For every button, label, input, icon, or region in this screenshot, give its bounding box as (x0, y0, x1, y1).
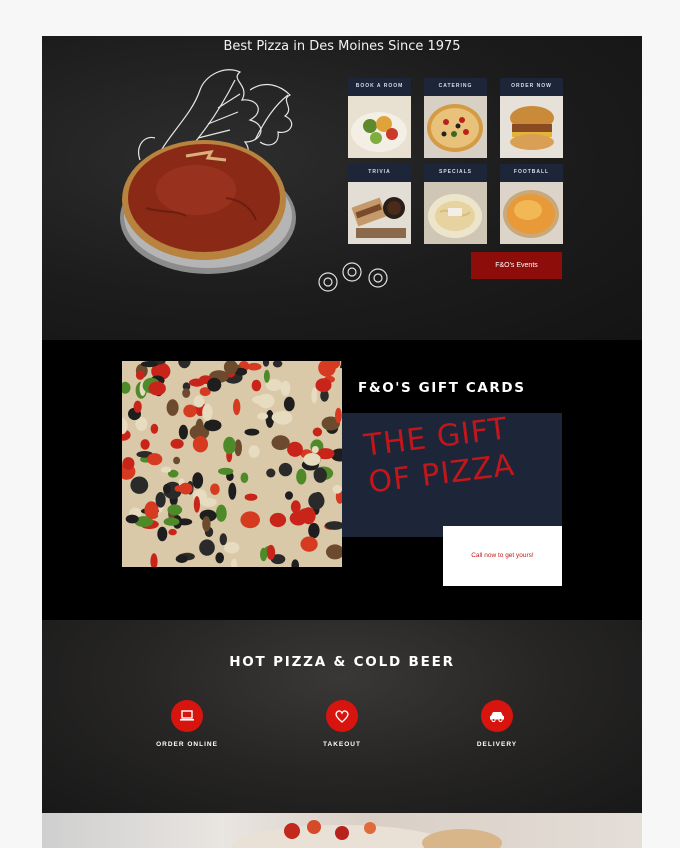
deep-dish-pizza-image (120, 140, 296, 274)
tile-label: Football (513, 169, 550, 175)
services-section: HOT PIZZA & COLD BEER ORDER ONLINE TAKEO… (42, 620, 642, 813)
events-button[interactable]: F&O's Events (471, 252, 562, 279)
gift-card-title: F&O'S GIFT CARDS (358, 380, 526, 396)
laptop-icon (171, 700, 203, 732)
feature-label: DELIVERY (476, 741, 518, 748)
delivery-button[interactable]: DELIVERY (442, 700, 552, 748)
sandwich-sauce-photo (348, 182, 411, 244)
services-title: HOT PIZZA & COLD BEER (229, 654, 455, 670)
car-icon (481, 700, 513, 732)
pizza-photo (424, 96, 487, 158)
pasta-photo (424, 182, 487, 244)
dip-photo (500, 182, 563, 244)
veggie-pizza-photo (122, 361, 342, 567)
next-section-preview (42, 813, 642, 848)
order-online-button[interactable]: ORDER ONLINE (132, 700, 242, 748)
tile-specials[interactable]: Specials (424, 164, 487, 244)
tile-catering[interactable]: Catering (424, 78, 487, 158)
tile-label: Trivia (368, 169, 391, 175)
heart-icon (326, 700, 358, 732)
tile-order-now[interactable]: Order Now (500, 78, 563, 158)
tile-label: Specials (438, 169, 472, 175)
tile-trivia[interactable]: Trivia (348, 164, 411, 244)
food-photo-strip (232, 820, 502, 848)
gift-card-section: F&O'S GIFT CARDS THE GIFT OF PIZZA Call … (42, 340, 642, 620)
page: Best Pizza in Des Moines Since 1975 BOOK… (42, 36, 642, 848)
takeout-button[interactable]: TAKEOUT (287, 700, 397, 748)
feature-label: TAKEOUT (323, 741, 361, 748)
tile-book-a-room[interactable]: Book a Room (348, 78, 411, 158)
feature-label: ORDER ONLINE (156, 741, 218, 748)
salad-photo (348, 96, 411, 158)
hero-section: Best Pizza in Des Moines Since 1975 BOOK… (42, 36, 642, 340)
sandwich-photo (500, 96, 563, 158)
tile-football[interactable]: Football (500, 164, 563, 244)
tile-label: Book a Room (355, 83, 404, 89)
tile-label: Order Now (511, 83, 552, 89)
tomato-slices-illustration (318, 262, 388, 292)
call-now-link[interactable]: Call now to get yours! (443, 526, 562, 586)
tile-label: Catering (438, 83, 473, 89)
